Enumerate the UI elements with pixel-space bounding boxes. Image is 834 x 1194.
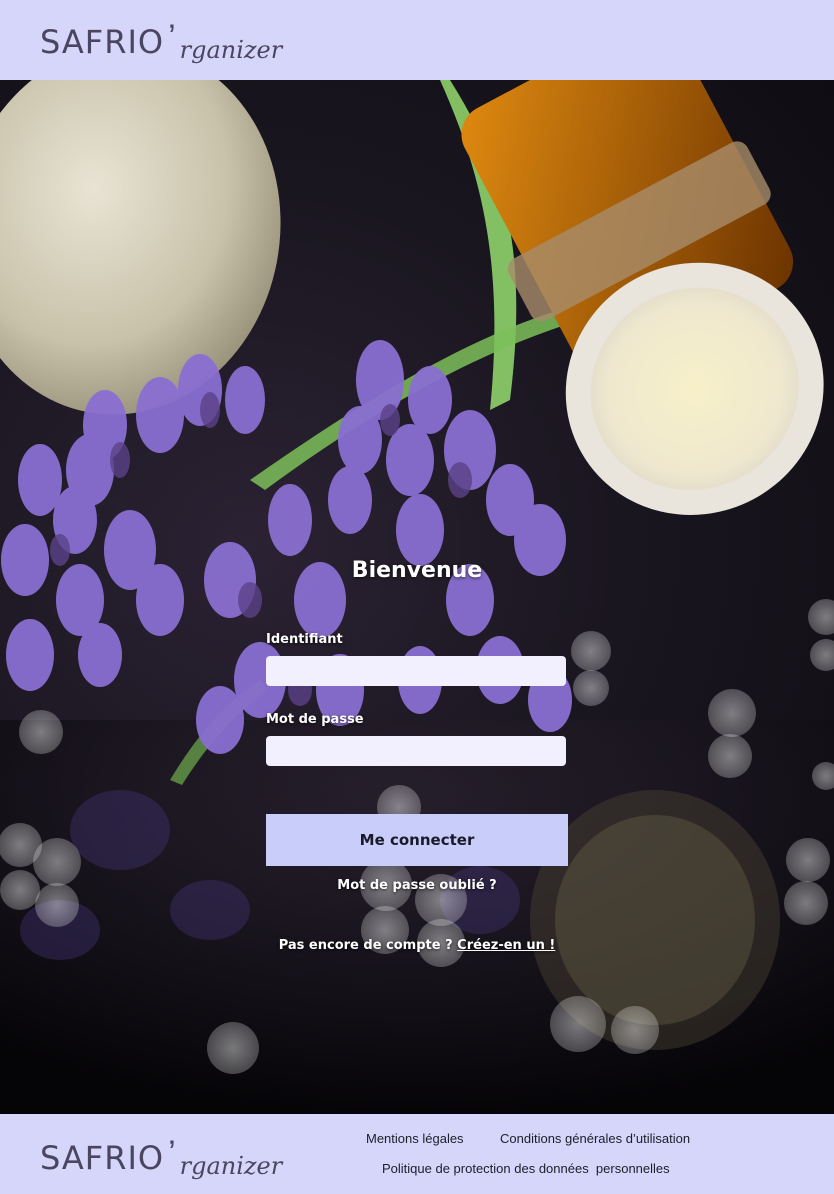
footer-link-legal[interactable]: Mentions légales (366, 1131, 464, 1146)
welcome-title: Bienvenue (351, 558, 483, 583)
footer-link-terms[interactable]: Conditions générales d’utilisation (500, 1131, 690, 1146)
login-button[interactable]: Me connecter (266, 814, 568, 866)
signup-prompt: Pas encore de compte ? Créez-en un ! (236, 938, 598, 953)
footer-logo-brand: SAFRIO (40, 1139, 165, 1177)
logo-apostrophe: ’ (168, 18, 176, 56)
password-input[interactable] (266, 736, 566, 766)
logo-brand: SAFRIO (40, 23, 165, 61)
hero-background: Bienvenue Identifiant Mot de passe Me co… (0, 80, 834, 1114)
password-label: Mot de passe (266, 712, 364, 727)
forgot-password-link[interactable]: Mot de passe oublié ? (266, 878, 568, 893)
footer-logo-apostrophe: ’ (168, 1134, 176, 1172)
site-footer: SAFRIO ’ rganizer Mentions légales Condi… (0, 1114, 834, 1194)
logo-script: rganizer (179, 36, 283, 64)
footer-link-privacy[interactable]: Politique de protection des données pers… (382, 1161, 670, 1176)
footer-logo-script: rganizer (179, 1152, 283, 1180)
identifier-input[interactable] (266, 656, 566, 686)
identifier-label: Identifiant (266, 632, 343, 647)
signup-link[interactable]: Créez-en un ! (457, 938, 555, 953)
site-header: SAFRIO ’ rganizer (0, 0, 834, 80)
footer-logo[interactable]: SAFRIO ’ rganizer (40, 1134, 283, 1188)
logo[interactable]: SAFRIO ’ rganizer (40, 18, 283, 72)
lavender-photo-illustration (0, 80, 834, 1114)
signup-prefix: Pas encore de compte ? (278, 938, 453, 953)
